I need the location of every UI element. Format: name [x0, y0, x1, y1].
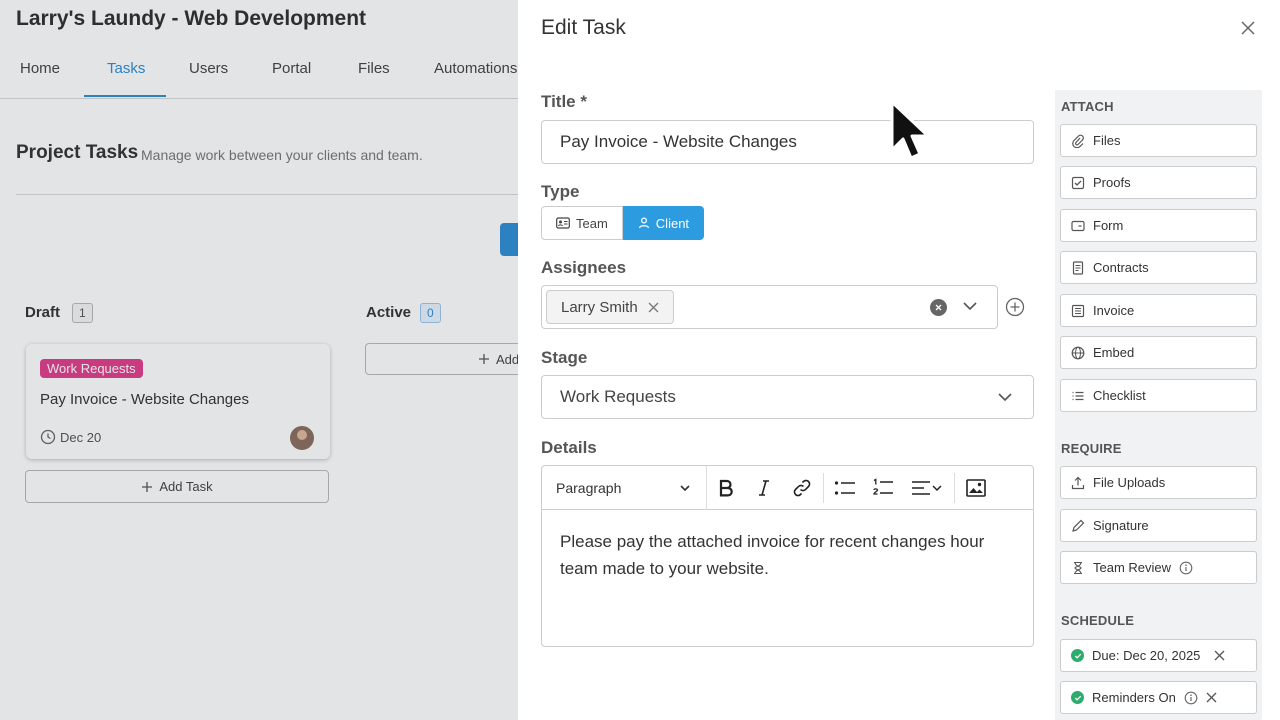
attach-proofs-button[interactable]: Proofs [1060, 166, 1257, 199]
attach-embed-label: Embed [1093, 345, 1135, 360]
chevron-down-icon [998, 393, 1012, 402]
require-team-review-label: Team Review [1093, 560, 1172, 575]
checklist-icon [1072, 391, 1084, 400]
schedule-reminders-button[interactable]: Reminders On [1060, 681, 1257, 714]
schedule-due-date-button[interactable]: Due: Dec 20, 2025 [1060, 639, 1257, 672]
checkbox-icon [1071, 176, 1085, 189]
attach-invoice-label: Invoice [1093, 303, 1135, 318]
schedule-due-date-label: Due: Dec 20, 2025 [1092, 648, 1201, 663]
globe-icon [1071, 346, 1085, 359]
task-sidebar: ATTACH Files Proofs Form Contracts Invoi… [1055, 90, 1262, 720]
bullet-list-button[interactable] [826, 466, 864, 510]
numbered-list-icon [873, 477, 893, 495]
mouse-cursor-icon [890, 100, 930, 160]
details-label: Details [541, 438, 597, 457]
form-icon [1071, 220, 1085, 231]
type-label: Type [541, 182, 580, 201]
require-heading: REQUIRE [1061, 441, 1122, 456]
title-input[interactable] [541, 120, 1034, 164]
require-signature-label: Signature [1093, 518, 1149, 533]
attach-checklist-button[interactable]: Checklist [1060, 379, 1257, 412]
paperclip-icon [1072, 134, 1084, 148]
require-file-uploads-label: File Uploads [1093, 475, 1166, 490]
details-editor: Paragraph Please pay the attached invoic… [541, 465, 1034, 647]
editor-content[interactable]: Please pay the attached invoice for rece… [542, 510, 1033, 600]
clear-icon [935, 304, 942, 311]
attach-checklist-label: Checklist [1093, 388, 1146, 403]
upload-icon [1071, 476, 1085, 489]
assignees-dropdown-toggle[interactable] [960, 296, 980, 321]
bold-button[interactable] [707, 466, 745, 510]
info-icon[interactable] [1184, 691, 1198, 705]
bold-icon [719, 479, 733, 496]
toolbar-separator [823, 472, 824, 503]
clear-assignees-button[interactable] [930, 299, 947, 316]
toolbar-separator [954, 472, 955, 503]
chevron-down-icon [680, 484, 690, 491]
assignees-select[interactable]: Larry Smith [541, 285, 998, 329]
attach-files-button[interactable]: Files [1060, 124, 1257, 157]
editor-toolbar: Paragraph [542, 465, 1033, 510]
assignee-chip: Larry Smith [546, 290, 674, 324]
close-icon[interactable] [1206, 692, 1217, 703]
stage-select[interactable]: Work Requests [541, 375, 1034, 419]
align-button[interactable] [902, 466, 952, 510]
chevron-down-icon [963, 302, 977, 311]
type-toggle: Team Client [541, 206, 705, 240]
attach-embed-button[interactable]: Embed [1060, 336, 1257, 369]
panel-title: Edit Task [541, 16, 626, 39]
check-circle-icon [1071, 691, 1084, 704]
check-circle-icon [1071, 649, 1084, 662]
image-icon [966, 478, 986, 497]
info-icon[interactable] [1179, 561, 1193, 575]
require-team-review-button[interactable]: Team Review [1060, 551, 1257, 584]
require-signature-button[interactable]: Signature [1060, 509, 1257, 542]
numbered-list-button[interactable] [864, 466, 902, 510]
remove-assignee-icon[interactable] [648, 302, 659, 313]
align-left-icon [912, 480, 930, 495]
attach-contracts-button[interactable]: Contracts [1060, 251, 1257, 284]
link-button[interactable] [783, 466, 821, 510]
block-format-select[interactable]: Paragraph [542, 465, 707, 510]
title-label: Title * [541, 92, 587, 111]
italic-icon [759, 479, 769, 496]
chevron-down-icon [932, 484, 942, 491]
schedule-reminders-label: Reminders On [1092, 690, 1176, 705]
hourglass-icon [1074, 561, 1082, 574]
user-icon [638, 217, 649, 229]
attach-invoice-button[interactable]: Invoice [1060, 294, 1257, 327]
modal-backdrop[interactable] [0, 0, 518, 720]
attach-files-label: Files [1093, 133, 1121, 148]
assignees-label: Assignees [541, 258, 627, 277]
assignee-name: Larry Smith [561, 298, 638, 316]
close-icon [1241, 21, 1255, 35]
attach-contracts-label: Contracts [1093, 260, 1149, 275]
stage-label: Stage [541, 348, 588, 367]
attach-heading: ATTACH [1061, 99, 1114, 114]
add-assignee-button[interactable] [1005, 297, 1025, 322]
document-icon [1072, 260, 1084, 275]
type-client-button[interactable]: Client [622, 206, 705, 240]
close-icon[interactable] [1214, 650, 1225, 661]
bullet-list-icon [834, 480, 855, 495]
link-icon [793, 479, 811, 496]
attach-form-label: Form [1093, 218, 1124, 233]
invoice-icon [1071, 304, 1085, 317]
pen-icon [1072, 519, 1085, 532]
require-file-uploads-button[interactable]: File Uploads [1060, 466, 1257, 499]
stage-value: Work Requests [560, 387, 676, 406]
type-team-button[interactable]: Team [541, 206, 623, 240]
schedule-heading: SCHEDULE [1061, 613, 1135, 628]
type-client-label: Client [655, 215, 690, 231]
id-card-icon [556, 217, 570, 229]
plus-circle-icon [1005, 297, 1025, 317]
italic-button[interactable] [745, 466, 783, 510]
close-button[interactable] [1236, 16, 1260, 40]
type-team-label: Team [576, 215, 608, 231]
attach-form-button[interactable]: Form [1060, 209, 1257, 242]
block-format-value: Paragraph [556, 479, 622, 496]
insert-image-button[interactable] [957, 466, 995, 510]
attach-proofs-label: Proofs [1093, 175, 1131, 190]
